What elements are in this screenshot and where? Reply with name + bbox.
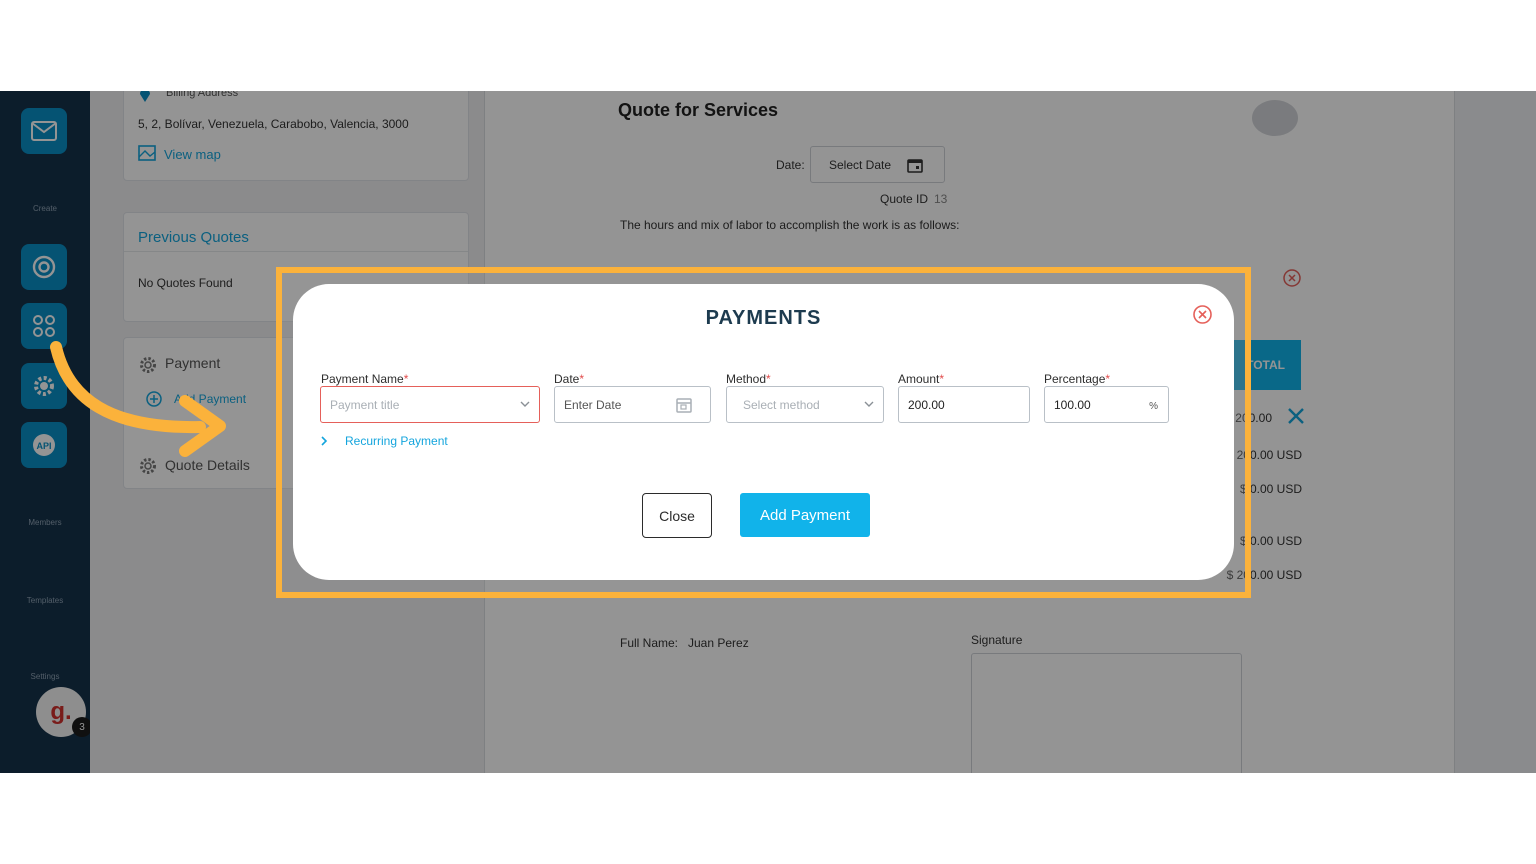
payments-modal: PAYMENTS Payment Name* Payment title Dat…: [293, 284, 1234, 580]
recurring-payment-label: Recurring Payment: [345, 434, 448, 448]
date-placeholder: Enter Date: [564, 397, 622, 412]
modal-close-icon[interactable]: [1193, 305, 1212, 324]
percent-suffix: %: [1149, 401, 1158, 412]
payment-name-select[interactable]: Payment title: [320, 386, 540, 423]
amount-value: 200.00: [908, 397, 945, 412]
chevron-down-icon: [520, 401, 530, 407]
percentage-value: 100.00: [1054, 397, 1091, 412]
chevron-right-icon: [321, 436, 328, 446]
percentage-label: Percentage*: [1044, 372, 1111, 386]
percentage-input[interactable]: 100.00 %: [1044, 386, 1169, 423]
method-placeholder: Select method: [743, 397, 820, 412]
payment-name-label: Payment Name*: [321, 372, 409, 386]
add-payment-button[interactable]: Add Payment: [740, 493, 870, 537]
recurring-payment-toggle[interactable]: Recurring Payment: [320, 434, 448, 448]
app-screen: Create API Members Templates Settings g.…: [0, 91, 1536, 773]
method-label: Method*: [726, 372, 771, 386]
method-select[interactable]: Select method: [726, 386, 884, 423]
chevron-down-icon: [864, 401, 874, 407]
amount-label: Amount*: [898, 372, 945, 386]
amount-input[interactable]: 200.00: [898, 386, 1030, 423]
close-button[interactable]: Close: [642, 493, 712, 538]
calendar-icon: [676, 398, 692, 413]
arrow-annotation-icon: [50, 341, 226, 457]
payment-name-placeholder: Payment title: [330, 397, 400, 412]
date-input[interactable]: Enter Date: [554, 386, 711, 423]
modal-title: PAYMENTS: [705, 307, 822, 329]
date-label: Date*: [554, 372, 585, 386]
